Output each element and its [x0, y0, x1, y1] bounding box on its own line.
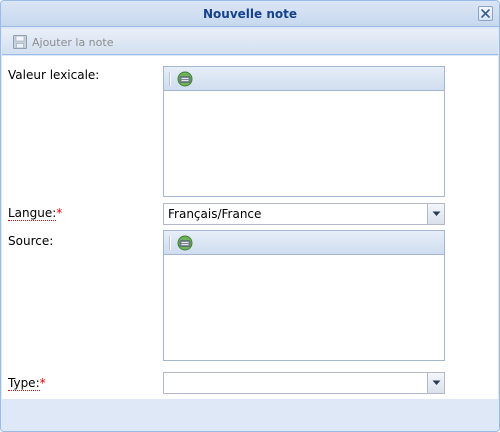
lexical-value-label-text: Valeur lexicale: — [8, 68, 100, 82]
language-dropdown-trigger[interactable] — [427, 204, 444, 224]
source-editor-toolbar — [164, 231, 444, 255]
type-dropdown-trigger[interactable] — [427, 373, 444, 393]
add-note-button[interactable]: Ajouter la note — [12, 33, 113, 51]
language-label-text: Langue: — [8, 206, 57, 221]
chevron-down-icon — [432, 211, 440, 216]
lexical-value-label: Valeur lexicale: — [8, 68, 99, 82]
toolbar-separator — [169, 236, 171, 250]
window-footer — [2, 399, 498, 431]
floppy-disk-icon — [13, 35, 27, 49]
type-combo[interactable] — [163, 372, 445, 394]
lexical-value-editor-toolbar — [164, 67, 444, 91]
language-input[interactable] — [164, 204, 427, 224]
source-label-text: Source: — [8, 234, 54, 248]
source-label: Source: — [8, 234, 53, 248]
form-body: Valeur lexicale: Langue:* Français/Franc… — [2, 56, 498, 399]
edit-html-icon[interactable] — [176, 234, 194, 252]
close-icon — [481, 9, 490, 18]
toolbar-separator — [169, 72, 171, 86]
type-label-text: Type: — [8, 376, 40, 391]
required-marker: * — [56, 206, 63, 220]
type-label: Type:* — [8, 376, 46, 391]
language-label: Langue:* — [8, 206, 63, 221]
edit-html-icon[interactable] — [176, 70, 194, 88]
lexical-value-textarea[interactable] — [164, 91, 444, 196]
source-editor — [163, 230, 445, 361]
language-combo[interactable] — [163, 203, 445, 225]
window-toolbar: Ajouter la note — [2, 29, 498, 55]
source-textarea[interactable] — [164, 255, 444, 360]
close-button[interactable] — [478, 6, 493, 21]
window-titlebar[interactable]: Nouvelle note — [1, 1, 499, 27]
window-title: Nouvelle note — [203, 7, 297, 21]
note-window: Nouvelle note Ajouter la note Valeur lex… — [0, 0, 500, 432]
type-input[interactable] — [164, 373, 427, 393]
required-marker: * — [39, 376, 46, 390]
add-note-label: Ajouter la note — [32, 35, 114, 49]
chevron-down-icon — [432, 380, 440, 385]
lexical-value-editor — [163, 66, 445, 197]
